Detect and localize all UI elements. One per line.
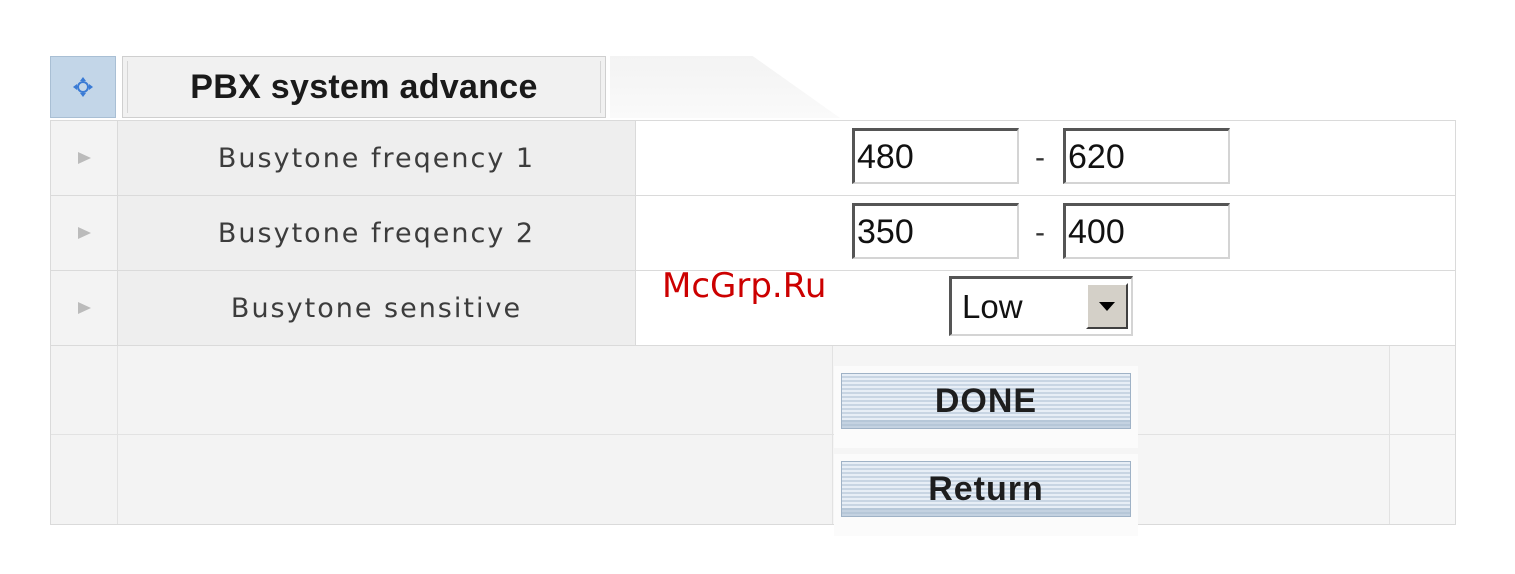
arrow-right-icon <box>77 302 91 314</box>
freq-1-to-input[interactable]: 620 <box>1063 128 1230 184</box>
return-button[interactable]: Return <box>841 461 1131 517</box>
sensitivity-select[interactable]: Low <box>949 276 1133 336</box>
action-col-label <box>118 346 833 524</box>
row-value-cell: 480 - 620 <box>636 121 1455 195</box>
action-area: DONE Return <box>50 346 1456 536</box>
header-title-tab: PBX system advance <box>122 56 606 118</box>
action-col-marker <box>51 346 118 524</box>
header-decoration <box>610 56 840 118</box>
range-separator: - <box>1035 141 1045 174</box>
freq-2-to-input[interactable]: 400 <box>1063 203 1230 259</box>
row-label: Busytone freqency 1 <box>118 121 636 195</box>
divider <box>51 434 1455 435</box>
chevron-down-icon <box>1099 301 1115 311</box>
row-label: Busytone freqency 2 <box>118 196 636 270</box>
settings-table: Busytone freqency 1 480 - 620 Busytone f… <box>50 120 1456 346</box>
row-marker <box>51 271 118 345</box>
watermark-text: McGrp.Ru <box>662 266 827 306</box>
row-marker <box>51 121 118 195</box>
expand-arrows-icon <box>73 77 93 97</box>
header-icon-box[interactable] <box>50 56 116 118</box>
row-value-cell: 350 - 400 <box>636 196 1455 270</box>
row-busytone-freq-1: Busytone freqency 1 480 - 620 <box>51 121 1455 196</box>
freq-2-from-input[interactable]: 350 <box>852 203 1019 259</box>
done-button[interactable]: DONE <box>841 373 1131 429</box>
range-separator: - <box>1035 216 1045 249</box>
freq-1-from-input[interactable]: 480 <box>852 128 1019 184</box>
arrow-right-icon <box>77 227 91 239</box>
dropdown-button[interactable] <box>1086 283 1128 329</box>
row-marker <box>51 196 118 270</box>
panel-header: PBX system advance <box>50 56 1456 120</box>
action-col-end <box>1390 346 1455 524</box>
row-label: Busytone sensitive <box>118 271 636 345</box>
page-title: PBX system advance <box>190 67 538 106</box>
sensitivity-select-value: Low <box>962 288 1023 325</box>
row-busytone-freq-2: Busytone freqency 2 350 - 400 <box>51 196 1455 271</box>
arrow-right-icon <box>77 152 91 164</box>
